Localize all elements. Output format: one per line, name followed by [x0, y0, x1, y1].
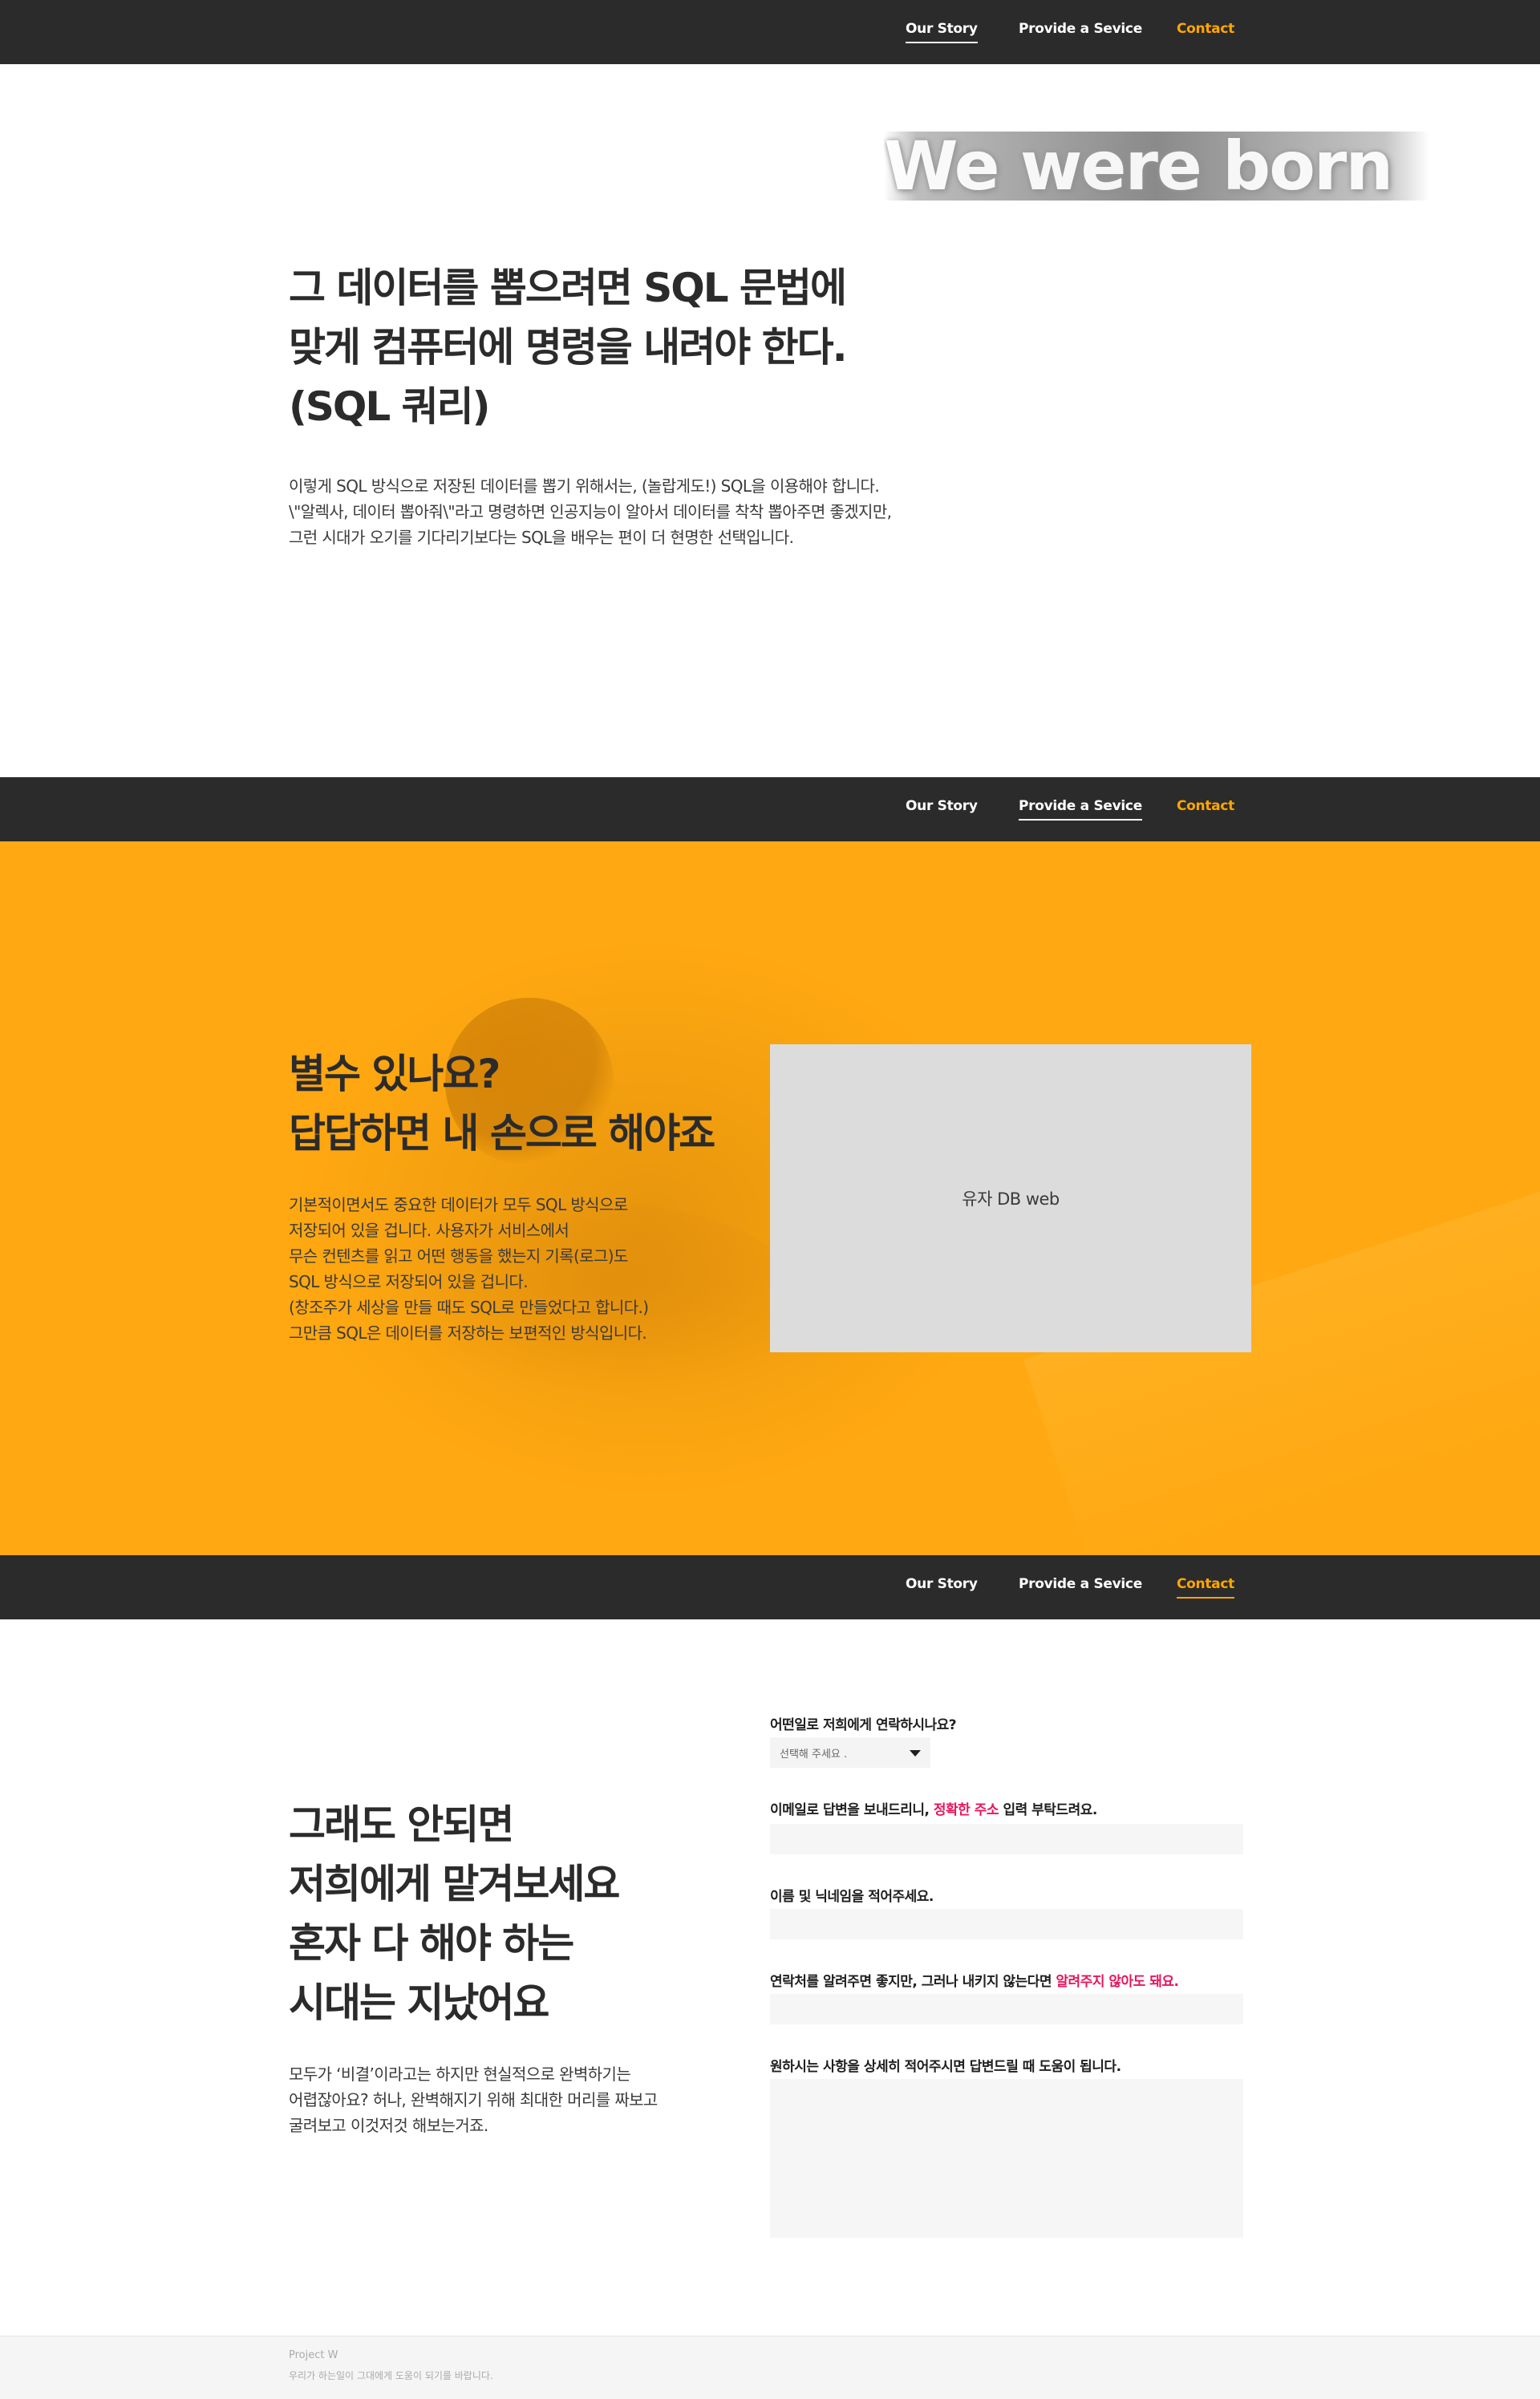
details-label: 원하시는 사항을 상세히 적어주시면 답변드릴 때 도움이 됩니다.: [770, 2059, 1121, 2075]
navbar-top: Our Story Provide a Sevice Contact: [0, 0, 1540, 64]
contact-heading-line: 혼자 다 해야 하는: [289, 1920, 574, 1967]
contact-paragraph-line: 어렵잖아요? 허나, 완벽해지기 위해 최대한 머리를 짜보고: [289, 2090, 658, 2109]
service-paragraph-line: 그만큼 SQL은 데이터를 저장하는 보편적인 방식입니다.: [289, 1323, 647, 1343]
hero-word-banner: We were born: [884, 132, 1429, 201]
story-heading-line: 맞게 컴퓨터에 명령을 내려야 한다.: [289, 324, 848, 371]
contact-heading-line: 저희에게 맡겨보세요: [289, 1861, 620, 1907]
navbar-contact: Our Story Provide a Sevice Contact: [0, 1555, 1540, 1619]
email-field[interactable]: [770, 1824, 1243, 1854]
name-field[interactable]: [770, 1909, 1243, 1939]
story-heading-line: (SQL 쿼리): [289, 383, 490, 430]
nav-provide-service[interactable]: Provide a Sevice: [1019, 798, 1142, 821]
email-label-highlight: 정확한 주소: [933, 1802, 999, 1818]
hero-word-text: We were born: [884, 132, 1393, 201]
story-paragraph-line: \"알렉사, 데이터 뽑아줘\"라고 명령하면 인공지능이 알아서 데이터를 착…: [289, 502, 892, 521]
story-paragraph-line: 그런 시대가 오기를 기다리기보다는 SQL을 배우는 편이 더 현명한 선택입…: [289, 528, 794, 547]
nav-contact[interactable]: Contact: [1177, 21, 1234, 37]
email-label-text: 입력 부탁드려요.: [999, 1802, 1097, 1818]
service-paragraph: 기본적이면서도 중요한 데이터가 모두 SQL 방식으로 저장되어 있을 겁니다…: [289, 1192, 649, 1346]
inquiry-type-label: 어떤일로 저희에게 연락하시나요?: [770, 1717, 957, 1733]
service-paragraph-line: (창조주가 세상을 만들 때도 SQL로 만들었다고 합니다.): [289, 1298, 649, 1317]
story-paragraph: 이렇게 SQL 방식으로 저장된 데이터를 뽑기 위해서는, (놀랍게도!) S…: [289, 473, 892, 550]
nav-our-story[interactable]: Our Story: [906, 1576, 978, 1592]
contact-heading: 그래도 안되면 저희에게 맡겨보세요 혼자 다 해야 하는 시대는 지났어요: [289, 1795, 620, 2032]
details-textarea[interactable]: [770, 2079, 1243, 2238]
story-heading: 그 데이터를 뽑으려면 SQL 문법에 맞게 컴퓨터에 명령을 내려야 한다. …: [289, 258, 848, 436]
contact-paragraph-line: 모두가 ‘비결’이라고는 하지만 현실적으로 완벽하기는: [289, 2065, 631, 2084]
nav-our-story[interactable]: Our Story: [906, 21, 978, 43]
service-heading-line: 답답하면 내 손으로 해야죠: [289, 1110, 715, 1157]
image-placeholder: 유자 DB web: [770, 1044, 1251, 1352]
service-paragraph-line: 기본적이면서도 중요한 데이터가 모두 SQL 방식으로: [289, 1195, 628, 1214]
service-paragraph-line: 저장되어 있을 겁니다. 사용자가 서비스에서: [289, 1221, 569, 1240]
service-paragraph-line: 무슨 컨텐츠를 읽고 어떤 행동을 했는지 기록(로그)도: [289, 1246, 628, 1266]
nav-provide-service[interactable]: Provide a Sevice: [1019, 1576, 1142, 1592]
contact-heading-line: 시대는 지났어요: [289, 1980, 549, 2026]
contact-paragraph-line: 굴려보고 이것저것 해보는거죠.: [289, 2116, 488, 2135]
phone-label-text: 연락처를 알려주면 좋지만, 그러나 내키지 않는다면: [770, 1974, 1056, 1990]
phone-label-highlight: 알려주지 않아도 돼요.: [1056, 1974, 1179, 1990]
email-label: 이메일로 답변을 보내드리니, 정확한 주소 입력 부탁드려요.: [770, 1798, 1097, 1818]
service-heading-line: 별수 있나요?: [289, 1051, 500, 1097]
nav-provide-service[interactable]: Provide a Sevice: [1019, 21, 1142, 37]
email-label-text: 이메일로 답변을 보내드리니,: [770, 1802, 934, 1818]
navbar-service: Our Story Provide a Sevice Contact: [0, 777, 1540, 841]
story-heading-line: 그 데이터를 뽑으려면 SQL 문법에: [289, 265, 847, 311]
nav-our-story[interactable]: Our Story: [906, 798, 978, 814]
inquiry-type-select[interactable]: 선택해 주세요 .: [770, 1737, 930, 1768]
nav-contact[interactable]: Contact: [1177, 798, 1234, 814]
contact-paragraph: 모두가 ‘비결’이라고는 하지만 현실적으로 완벽하기는 어렵잖아요? 허나, …: [289, 2061, 658, 2138]
service-paragraph-line: SQL 방식으로 저장되어 있을 겁니다.: [289, 1272, 529, 1291]
footer: Project W 우리가 하는일이 그대에게 도움이 되기를 바랍니다.: [0, 2336, 1540, 2399]
name-label: 이름 및 닉네임을 적어주세요.: [770, 1889, 934, 1905]
phone-field[interactable]: [770, 1994, 1243, 2024]
contact-heading-line: 그래도 안되면: [289, 1801, 514, 1848]
footer-tagline: 우리가 하는일이 그대에게 도움이 되기를 바랍니다.: [289, 2370, 493, 2381]
chevron-down-icon: [910, 1750, 921, 1757]
footer-project-name: Project W: [289, 2349, 338, 2361]
image-placeholder-label: 유자 DB web: [962, 1189, 1060, 1209]
phone-label: 연락처를 알려주면 좋지만, 그러나 내키지 않는다면 알려주지 않아도 돼요.: [770, 1970, 1179, 1990]
nav-contact[interactable]: Contact: [1177, 1576, 1234, 1599]
service-heading: 별수 있나요? 답답하면 내 손으로 해야죠: [289, 1044, 715, 1163]
story-paragraph-line: 이렇게 SQL 방식으로 저장된 데이터를 뽑기 위해서는, (놀랍게도!) S…: [289, 476, 880, 496]
inquiry-type-value: 선택해 주세요 .: [780, 1748, 848, 1761]
